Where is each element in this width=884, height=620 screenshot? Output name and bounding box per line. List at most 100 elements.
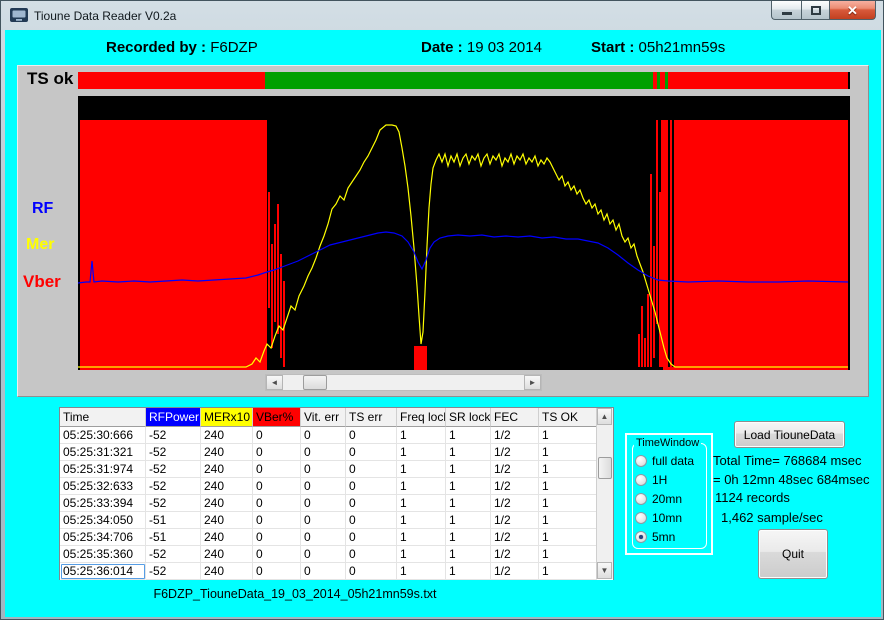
table-cell[interactable]: 1 bbox=[539, 427, 597, 444]
minimize-button[interactable] bbox=[771, 1, 801, 20]
table-cell[interactable]: 05:25:32:633 bbox=[60, 478, 146, 495]
close-button[interactable]: ✕ bbox=[830, 1, 876, 20]
table-cell[interactable]: 0 bbox=[346, 563, 397, 580]
hscroll-thumb[interactable] bbox=[303, 375, 327, 390]
table-row[interactable]: 05:25:32:633-52240000111/21 bbox=[60, 478, 613, 495]
table-cell[interactable]: 240 bbox=[201, 444, 253, 461]
table-cell[interactable]: 1 bbox=[539, 529, 597, 546]
table-cell[interactable]: 1/2 bbox=[491, 563, 539, 580]
table-cell[interactable]: 1 bbox=[539, 444, 597, 461]
hscroll-track[interactable] bbox=[283, 375, 524, 390]
table-cell[interactable]: 1 bbox=[397, 444, 446, 461]
scroll-down-arrow[interactable]: ▼ bbox=[597, 562, 612, 579]
table-cell[interactable]: 1 bbox=[446, 563, 491, 580]
table-cell[interactable]: 0 bbox=[346, 427, 397, 444]
table-cell[interactable]: 1/2 bbox=[491, 495, 539, 512]
table-cell[interactable]: 0 bbox=[301, 546, 346, 563]
vscroll-thumb[interactable] bbox=[598, 457, 612, 479]
scroll-up-arrow[interactable]: ▲ bbox=[597, 408, 612, 425]
table-row[interactable]: 05:25:34:706-51240000111/21 bbox=[60, 529, 613, 546]
table-cell[interactable]: 1 bbox=[539, 461, 597, 478]
table-header-row[interactable]: TimeRFPowerMERx10VBer%Vit. errTS errFreq… bbox=[60, 408, 613, 427]
column-header-vit-err[interactable]: Vit. err bbox=[301, 408, 346, 427]
table-row[interactable]: 05:25:30:666-52240000111/21 bbox=[60, 427, 613, 444]
table-cell[interactable]: 0 bbox=[346, 444, 397, 461]
table-cell[interactable]: -51 bbox=[146, 529, 201, 546]
table-cell[interactable]: 0 bbox=[253, 461, 301, 478]
radio-button-icon[interactable] bbox=[635, 474, 647, 486]
table-cell[interactable]: 1 bbox=[539, 478, 597, 495]
table-cell[interactable]: 1 bbox=[539, 563, 597, 580]
column-header-freq-lock[interactable]: Freq lock bbox=[397, 408, 446, 427]
table-cell[interactable]: 1/2 bbox=[491, 529, 539, 546]
table-cell[interactable]: 0 bbox=[346, 495, 397, 512]
table-cell[interactable]: 1/2 bbox=[491, 512, 539, 529]
table-cell[interactable]: 1 bbox=[539, 546, 597, 563]
table-cell[interactable]: 0 bbox=[253, 546, 301, 563]
column-header-vber-[interactable]: VBer% bbox=[253, 408, 301, 427]
radio-button-icon[interactable] bbox=[635, 531, 647, 543]
table-cell[interactable]: 1 bbox=[397, 529, 446, 546]
table-cell[interactable]: 0 bbox=[253, 563, 301, 580]
table-cell[interactable]: 1 bbox=[539, 512, 597, 529]
table-cell[interactable]: 0 bbox=[346, 546, 397, 563]
table-cell[interactable]: 0 bbox=[301, 495, 346, 512]
column-header-rfpower[interactable]: RFPower bbox=[146, 408, 201, 427]
table-cell[interactable]: 240 bbox=[201, 563, 253, 580]
table-cell[interactable]: 0 bbox=[253, 495, 301, 512]
table-cell[interactable]: 1/2 bbox=[491, 444, 539, 461]
table-row[interactable]: 05:25:34:050-51240000111/21 bbox=[60, 512, 613, 529]
table-cell[interactable]: 05:25:34:706 bbox=[60, 529, 146, 546]
title-bar[interactable]: Tioune Data Reader V0.2a ✕ bbox=[1, 1, 883, 30]
table-cell[interactable]: 1 bbox=[446, 529, 491, 546]
scroll-right-arrow[interactable]: ► bbox=[524, 375, 541, 390]
table-cell[interactable]: 0 bbox=[301, 529, 346, 546]
table-cell[interactable]: 1 bbox=[397, 427, 446, 444]
table-cell[interactable]: 0 bbox=[301, 512, 346, 529]
table-row[interactable]: 05:25:31:321-52240000111/21 bbox=[60, 444, 613, 461]
table-cell[interactable]: 240 bbox=[201, 512, 253, 529]
table-cell[interactable]: -52 bbox=[146, 495, 201, 512]
table-cell[interactable]: 0 bbox=[301, 444, 346, 461]
table-cell[interactable]: 05:25:31:321 bbox=[60, 444, 146, 461]
column-header-ts-err[interactable]: TS err bbox=[346, 408, 397, 427]
table-cell[interactable]: 0 bbox=[346, 512, 397, 529]
table-cell[interactable]: 0 bbox=[253, 512, 301, 529]
table-row[interactable]: 05:25:31:974-52240000111/21 bbox=[60, 461, 613, 478]
table-cell[interactable]: 240 bbox=[201, 427, 253, 444]
column-header-sr-lock[interactable]: SR lock bbox=[446, 408, 491, 427]
table-cell[interactable]: -52 bbox=[146, 427, 201, 444]
table-cell[interactable]: 05:25:36:014 bbox=[60, 563, 146, 580]
table-cell[interactable]: 1 bbox=[446, 512, 491, 529]
table-cell[interactable]: 1/2 bbox=[491, 546, 539, 563]
table-cell[interactable]: 1 bbox=[397, 461, 446, 478]
column-header-fec[interactable]: FEC bbox=[491, 408, 539, 427]
table-cell[interactable]: -51 bbox=[146, 512, 201, 529]
table-cell[interactable]: 1 bbox=[446, 427, 491, 444]
table-cell[interactable]: 0 bbox=[301, 563, 346, 580]
table-cell[interactable]: 0 bbox=[253, 529, 301, 546]
table-cell[interactable]: 1 bbox=[397, 478, 446, 495]
table-cell[interactable]: 1/2 bbox=[491, 427, 539, 444]
table-cell[interactable]: 1 bbox=[446, 495, 491, 512]
radio-button-icon[interactable] bbox=[635, 455, 647, 467]
table-cell[interactable]: 0 bbox=[346, 461, 397, 478]
time-window-option-full-data[interactable]: full data bbox=[635, 451, 711, 470]
table-vscrollbar[interactable]: ▲ ▼ bbox=[596, 408, 613, 579]
table-cell[interactable]: -52 bbox=[146, 444, 201, 461]
table-cell[interactable]: 1 bbox=[397, 495, 446, 512]
table-cell[interactable]: 05:25:33:394 bbox=[60, 495, 146, 512]
time-window-option-10mn[interactable]: 10mn bbox=[635, 508, 711, 527]
quit-button[interactable]: Quit bbox=[758, 529, 828, 579]
column-header-merx10[interactable]: MERx10 bbox=[201, 408, 253, 427]
table-cell[interactable]: 0 bbox=[301, 461, 346, 478]
time-window-option-1h[interactable]: 1H bbox=[635, 470, 711, 489]
table-cell[interactable]: 240 bbox=[201, 546, 253, 563]
table-cell[interactable]: 1 bbox=[446, 478, 491, 495]
table-cell[interactable]: 1 bbox=[397, 563, 446, 580]
table-cell[interactable]: -52 bbox=[146, 478, 201, 495]
table-row[interactable]: 05:25:35:360-52240000111/21 bbox=[60, 546, 613, 563]
table-cell[interactable]: 240 bbox=[201, 495, 253, 512]
table-cell[interactable]: -52 bbox=[146, 461, 201, 478]
table-cell[interactable]: 0 bbox=[301, 478, 346, 495]
